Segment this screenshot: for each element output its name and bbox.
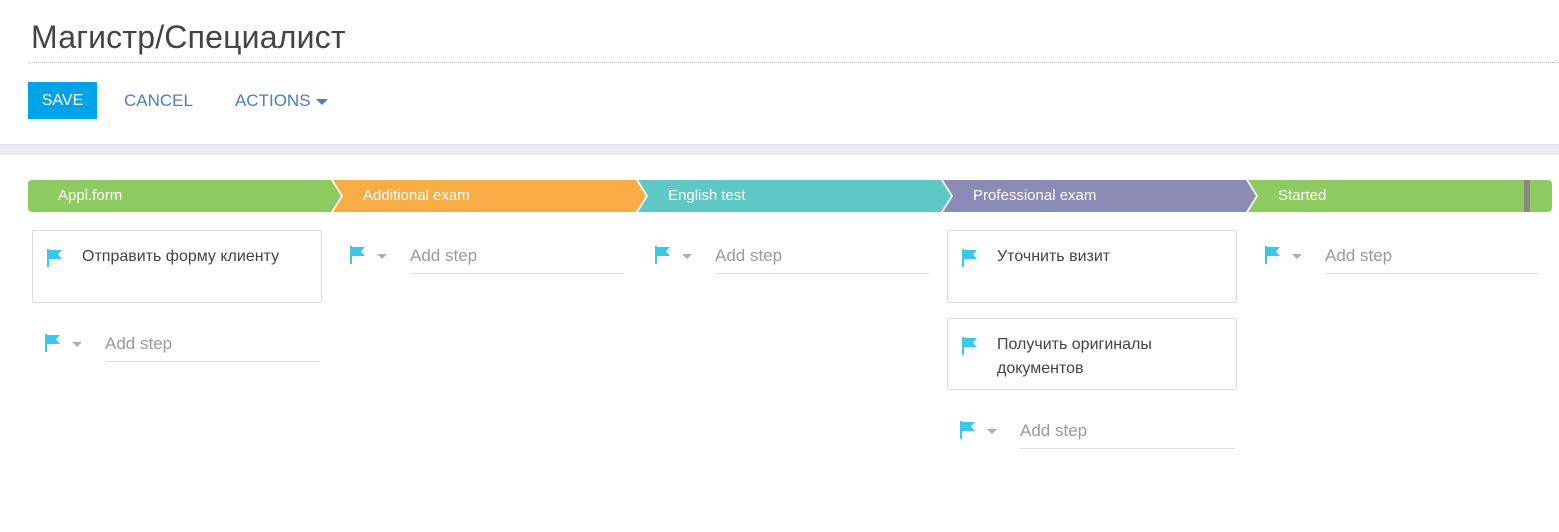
stage-label-appl-form: Appl.form xyxy=(58,187,123,204)
save-button[interactable]: SAVE xyxy=(28,82,97,119)
add-step-input[interactable] xyxy=(715,238,929,274)
add-step-row xyxy=(960,407,1235,451)
add-step-input[interactable] xyxy=(1020,413,1235,449)
page-title: Магистр/Специалист xyxy=(31,19,346,55)
flag-icon[interactable] xyxy=(350,246,366,264)
add-step-row xyxy=(655,232,930,276)
chevron-down-icon[interactable] xyxy=(1292,254,1302,259)
step-card-text: Отправить форму клиенту xyxy=(82,248,280,265)
flag-icon xyxy=(962,249,977,267)
step-card-text: Уточнить визит xyxy=(997,248,1111,265)
stage-label-english-test: English test xyxy=(668,187,746,204)
stage-label-additional-exam: Additional exam xyxy=(363,187,470,204)
actions-button[interactable]: ACTIONS xyxy=(235,91,328,111)
section-divider xyxy=(0,144,1559,155)
chevron-down-icon[interactable] xyxy=(987,429,997,434)
flag-icon[interactable] xyxy=(45,334,61,352)
chevron-down-icon[interactable] xyxy=(377,254,387,259)
add-step-input[interactable] xyxy=(1325,238,1539,274)
stage-bar: Appl.form Additional exam English test P… xyxy=(28,180,1552,212)
flag-icon xyxy=(47,249,62,267)
flag-icon[interactable] xyxy=(655,246,671,264)
chevron-down-icon[interactable] xyxy=(682,254,692,259)
stage-label-professional-exam: Professional exam xyxy=(973,187,1097,204)
add-step-input[interactable] xyxy=(410,238,624,274)
step-card[interactable]: Уточнить визит xyxy=(947,230,1237,303)
add-step-row xyxy=(1265,232,1540,276)
title-divider xyxy=(28,62,1559,63)
step-card-text: Получить оригиналы документов xyxy=(997,336,1152,377)
chevron-down-icon[interactable] xyxy=(72,342,82,347)
stage-bar-scroll-edge[interactable] xyxy=(1524,180,1530,212)
chevron-down-icon xyxy=(315,98,328,105)
add-step-row xyxy=(45,320,320,364)
add-step-input[interactable] xyxy=(105,326,320,362)
stage-label-started: Started xyxy=(1278,187,1327,204)
actions-label: ACTIONS xyxy=(234,90,311,110)
add-step-row xyxy=(350,232,625,276)
flag-icon[interactable] xyxy=(960,421,976,439)
step-card[interactable]: Отправить форму клиенту xyxy=(32,230,322,303)
toolbar: SAVE CANCEL ACTIONS xyxy=(28,82,328,119)
cancel-button[interactable]: CANCEL xyxy=(124,91,193,111)
flag-icon[interactable] xyxy=(1265,246,1281,264)
flag-icon xyxy=(962,337,977,355)
step-card[interactable]: Получить оригиналы документов xyxy=(947,318,1237,390)
